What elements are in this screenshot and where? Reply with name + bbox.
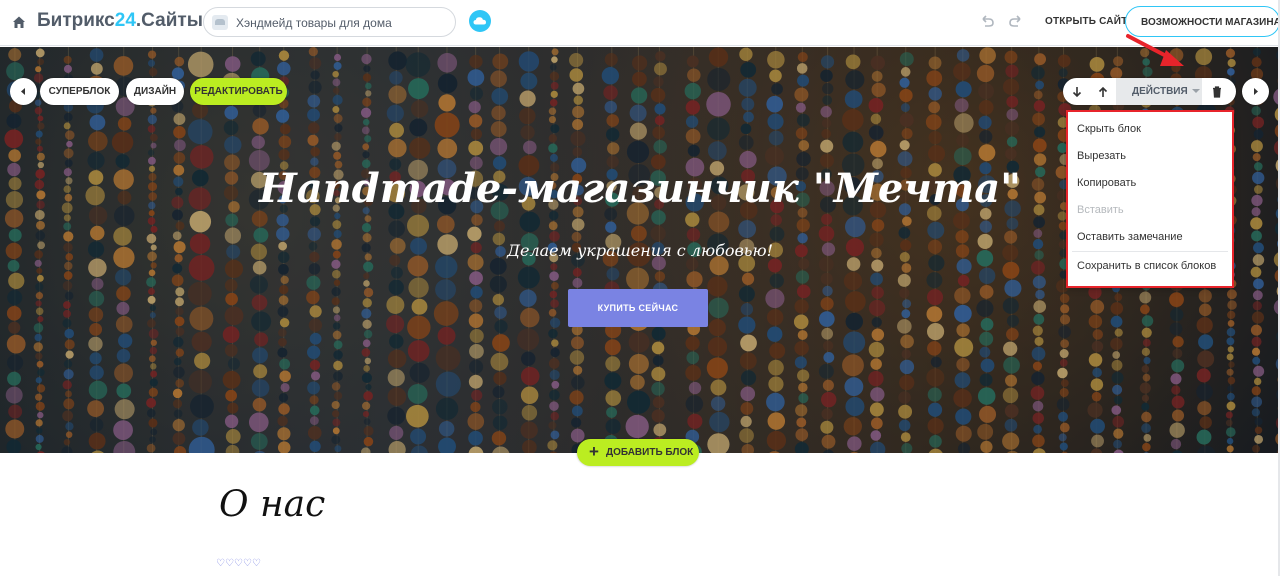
edit-button[interactable]: РЕДАКТИРОВАТЬ <box>190 78 287 105</box>
chevron-right-icon <box>1254 88 1258 95</box>
trash-icon[interactable] <box>1209 84 1225 100</box>
superblock-button[interactable]: СУПЕРБЛОК <box>40 78 119 105</box>
home-icon[interactable] <box>10 13 28 31</box>
chevron-left-icon <box>21 88 25 95</box>
site-selector[interactable]: Хэндмейд товары для дома <box>203 7 456 37</box>
design-button[interactable]: ДИЗАЙН <box>126 78 184 105</box>
next-block-button[interactable] <box>1242 78 1269 105</box>
redo-icon[interactable] <box>1008 13 1024 32</box>
cloud-icon[interactable] <box>469 10 491 32</box>
menu-separator <box>1072 251 1228 252</box>
actions-dropdown-button[interactable]: ДЕЙСТВИЯ <box>1116 78 1202 105</box>
menu-item-cut[interactable]: Вырезать <box>1077 150 1126 162</box>
add-block-label: ДОБАВИТЬ БЛОК <box>606 447 694 458</box>
caret-down-icon <box>1191 89 1200 94</box>
buy-now-button[interactable]: КУПИТЬ СЕЙЧАС <box>568 289 708 327</box>
add-block-button[interactable]: + ДОБАВИТЬ БЛОК <box>577 439 699 466</box>
site-icon <box>212 15 228 30</box>
menu-item-copy[interactable]: Копировать <box>1077 177 1136 189</box>
annotation-arrow <box>1126 34 1184 66</box>
brand-logo: Битрикс24.Сайты <box>37 10 203 31</box>
about-title[interactable]: О нас <box>219 484 325 525</box>
open-site-link[interactable]: ОТКРЫТЬ САЙТ <box>1045 16 1127 27</box>
block-actions-group: ДЕЙСТВИЯ <box>1063 78 1236 105</box>
hearts-decoration: ♡♡♡♡♡ <box>216 558 261 569</box>
menu-item-save-to-blocks[interactable]: Сохранить в список блоков <box>1077 260 1216 272</box>
plus-icon: + <box>589 442 599 461</box>
actions-menu: Скрыть блок Вырезать Копировать Вставить… <box>1066 110 1234 288</box>
menu-item-leave-note[interactable]: Оставить замечание <box>1077 231 1183 243</box>
site-name: Хэндмейд товары для дома <box>236 16 392 30</box>
top-bar: Битрикс24.Сайты Хэндмейд товары для дома… <box>0 0 1280 46</box>
menu-item-hide-block[interactable]: Скрыть блок <box>1077 123 1141 135</box>
prev-block-button[interactable] <box>10 78 37 105</box>
menu-item-paste: Вставить <box>1077 204 1124 216</box>
actions-label: ДЕЙСТВИЯ <box>1132 86 1188 97</box>
undo-icon[interactable] <box>979 13 995 32</box>
arrow-down-icon[interactable] <box>1069 84 1085 100</box>
arrow-up-icon[interactable] <box>1095 84 1111 100</box>
